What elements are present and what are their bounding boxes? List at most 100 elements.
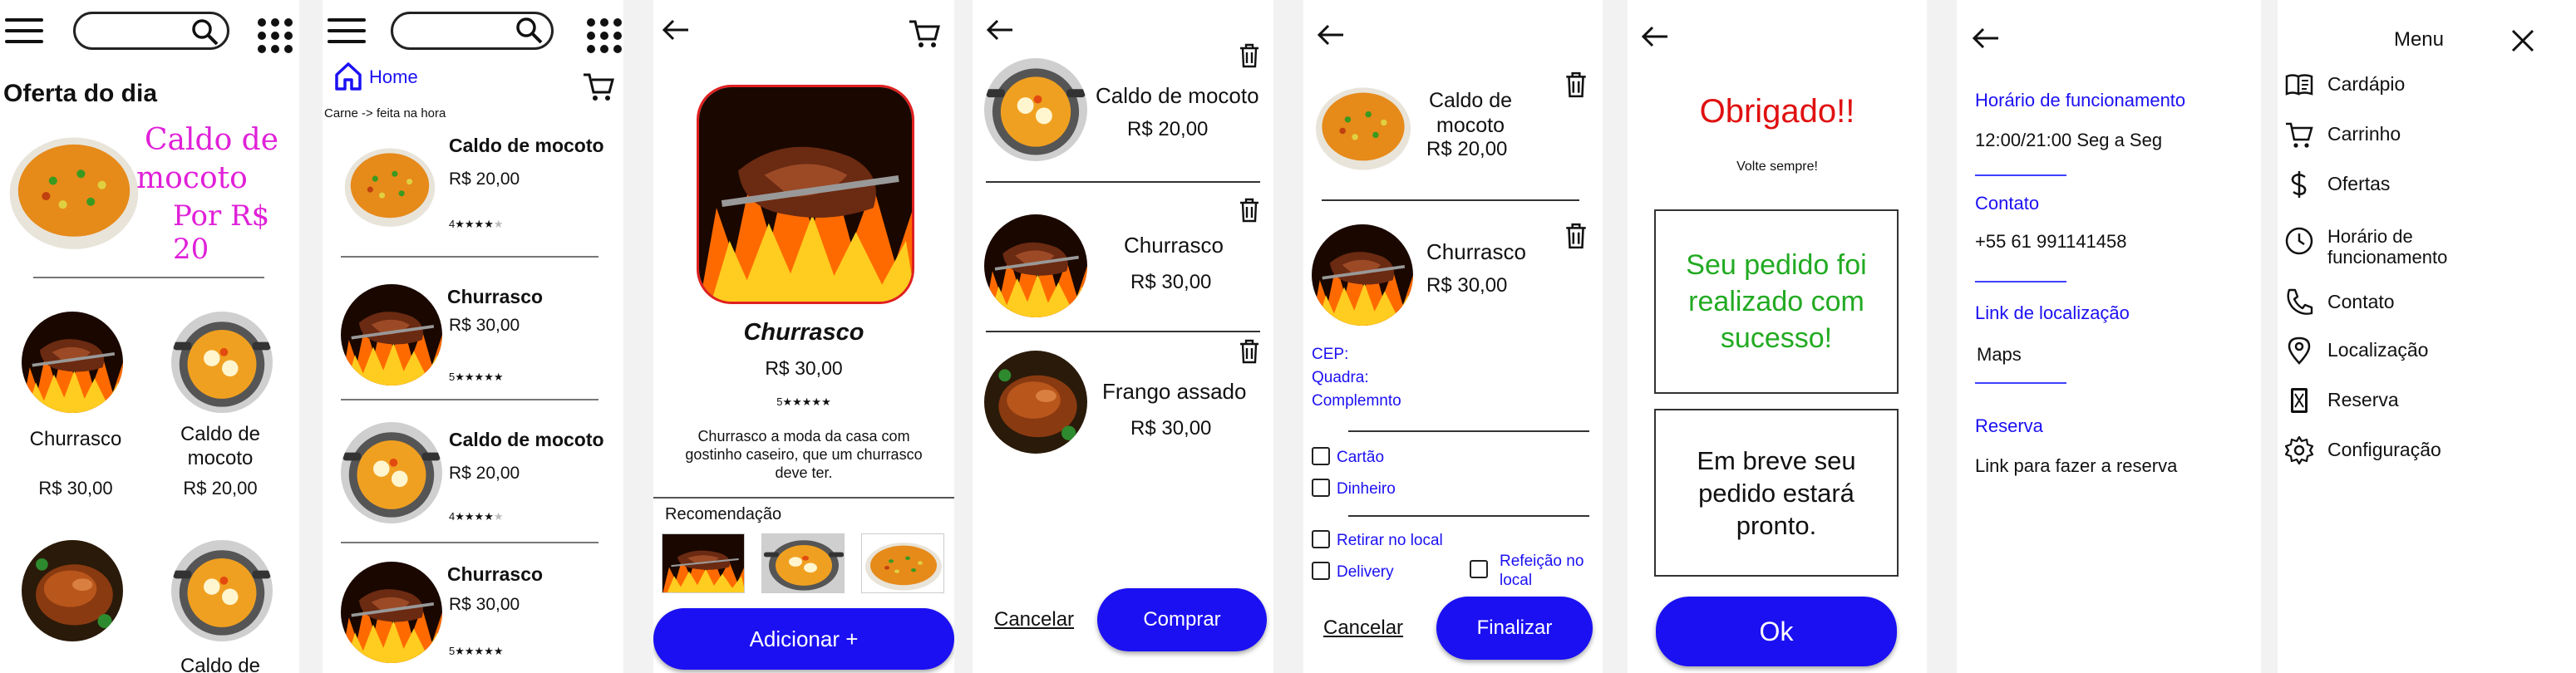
item-image[interactable]: [341, 284, 442, 386]
search-icon[interactable]: [514, 15, 545, 47]
breadcrumb[interactable]: Carne -> feita na hora: [324, 106, 446, 120]
maps-link[interactable]: Maps: [1977, 344, 2022, 366]
ok-button[interactable]: Ok: [1656, 597, 1897, 666]
cart-item-image: [984, 58, 1087, 161]
product-rating: 5★★★★★: [776, 395, 831, 408]
back-arrow-icon[interactable]: [1972, 27, 2000, 50]
dine-in-label[interactable]: Refeição no local: [1500, 552, 1584, 590]
back-arrow-icon[interactable]: [662, 18, 690, 42]
menu-title: Menu: [2393, 28, 2445, 51]
recommendation-label: Recomendação: [665, 505, 782, 523]
item-price: R$ 20,00: [449, 464, 520, 483]
divider: [653, 497, 954, 499]
menu-item-horario[interactable]: Horário de funcionamento: [2284, 226, 2469, 268]
item-image[interactable]: [341, 562, 442, 663]
screen-category-list: Home Carne -> feita na hora Caldo de moc…: [323, 0, 623, 673]
product-image: [697, 85, 914, 304]
item-image[interactable]: [171, 540, 273, 641]
home-link[interactable]: Home: [369, 66, 418, 88]
recommendation-thumb[interactable]: [662, 533, 745, 593]
cart-item-price: R$ 20,00: [1127, 118, 1209, 140]
menu-item-cardapio[interactable]: Cardápio: [2284, 70, 2405, 100]
menu-item-configuracao[interactable]: Configuração: [2284, 435, 2441, 465]
close-icon[interactable]: [2510, 28, 2535, 53]
item-image[interactable]: [22, 312, 123, 413]
item-price: R$ 20,00: [183, 478, 258, 499]
add-to-cart-button[interactable]: Adicionar +: [653, 608, 954, 670]
menu-item-localizacao[interactable]: Localização: [2284, 336, 2428, 366]
screen-cart: Caldo de mocoto R$ 20,00 Churrasco R$ 30…: [973, 0, 1273, 673]
item-name[interactable]: Churrasco: [447, 286, 543, 308]
pickup-label[interactable]: Retirar no local: [1337, 532, 1443, 550]
cart-item-name: Churrasco: [1124, 233, 1224, 258]
empty-star-icon: ★: [493, 510, 504, 523]
pickup-checkbox[interactable]: [1312, 530, 1330, 548]
cart-icon[interactable]: [582, 70, 615, 103]
search-icon[interactable]: [190, 17, 221, 48]
cart-icon[interactable]: [908, 17, 941, 50]
hamburger-menu-icon[interactable]: [5, 18, 43, 51]
card-payment-label[interactable]: Cartão: [1337, 449, 1384, 467]
cancel-link[interactable]: Cancelar: [1323, 617, 1403, 640]
contact-value[interactable]: +55 61 991141458: [1975, 231, 2127, 253]
success-message-box: Seu pedido foi realizado com sucesso!: [1654, 209, 1899, 394]
menu-item-ofertas[interactable]: Ofertas: [2284, 169, 2390, 199]
trash-icon[interactable]: [1239, 198, 1260, 223]
apps-grid-icon[interactable]: [587, 18, 622, 53]
recommendation-thumb[interactable]: [761, 533, 845, 593]
reservation-link[interactable]: Link para fazer a reserva: [1975, 455, 2177, 477]
item-image[interactable]: [171, 312, 273, 413]
trash-icon[interactable]: [1239, 43, 1260, 68]
complement-field-label[interactable]: Complemnto: [1312, 392, 1401, 410]
item-name[interactable]: Churrasco: [13, 428, 138, 451]
come-back-text: Volte sempre!: [1736, 160, 1818, 174]
recommendation-thumb[interactable]: [861, 533, 944, 593]
cash-payment-label[interactable]: Dinheiro: [1337, 480, 1396, 499]
offer-image: [3, 118, 145, 258]
cep-field-label[interactable]: CEP:: [1312, 346, 1348, 364]
menu-item-contato[interactable]: Contato: [2284, 287, 2395, 317]
apps-grid-icon[interactable]: [258, 18, 293, 53]
menu-item-label: Reserva: [2327, 389, 2399, 410]
hours-value: 12:00/21:00 Seg a Seg: [1975, 130, 2163, 150]
divider: [1975, 174, 2066, 176]
menu-item-label: Localização: [2327, 339, 2429, 361]
delivery-label[interactable]: Delivery: [1337, 563, 1394, 582]
divider: [986, 181, 1260, 183]
page-title: Oferta do dia: [3, 80, 158, 107]
delivery-checkbox[interactable]: [1312, 562, 1330, 580]
menu-item-carrinho[interactable]: Carrinho: [2284, 120, 2401, 150]
item-name[interactable]: Caldo de mocoto: [449, 429, 604, 451]
success-message: Seu pedido foi realizado com sucesso!: [1686, 249, 1867, 354]
trash-icon[interactable]: [1564, 71, 1588, 98]
home-icon[interactable]: [334, 61, 362, 91]
trash-icon[interactable]: [1564, 223, 1588, 249]
item-image[interactable]: [341, 422, 442, 523]
hours-title: Horário de funcionamento: [1975, 90, 2186, 111]
trash-icon[interactable]: [1239, 339, 1260, 364]
cancel-link[interactable]: Cancelar: [994, 608, 1074, 631]
item-name[interactable]: Caldo de mocoto: [449, 135, 604, 157]
item-image[interactable]: [341, 135, 439, 233]
finish-button[interactable]: Finalizar: [1436, 597, 1593, 660]
dine-in-label-line2: local: [1500, 572, 1533, 589]
back-arrow-icon[interactable]: [1317, 23, 1345, 47]
dine-in-label-line1: Refeição no: [1500, 553, 1584, 570]
item-name[interactable]: Churrasco: [447, 563, 543, 586]
quadra-field-label[interactable]: Quadra:: [1312, 369, 1369, 387]
menu-item-reserva[interactable]: Reserva: [2284, 386, 2399, 415]
menu-item-label: Cardápio: [2327, 73, 2406, 95]
item-rating: 5★★★★★: [449, 645, 504, 657]
dine-in-checkbox[interactable]: [1470, 560, 1488, 578]
item-image[interactable]: [22, 540, 123, 641]
item-name[interactable]: Caldo de mocoto: [163, 422, 278, 470]
item-name[interactable]: Caldo de: [163, 655, 278, 673]
back-arrow-icon[interactable]: [986, 18, 1014, 42]
card-payment-checkbox[interactable]: [1312, 447, 1330, 465]
cash-payment-checkbox[interactable]: [1312, 479, 1330, 497]
product-price: R$ 30,00: [765, 357, 843, 379]
buy-button[interactable]: Comprar: [1097, 588, 1267, 651]
back-arrow-icon[interactable]: [1641, 25, 1669, 48]
hamburger-menu-icon[interactable]: [328, 18, 366, 51]
divider: [341, 542, 598, 543]
